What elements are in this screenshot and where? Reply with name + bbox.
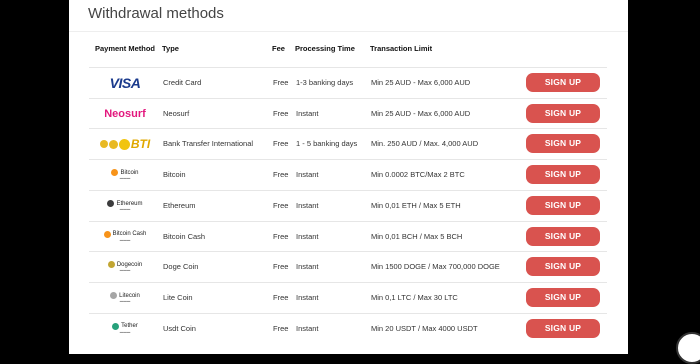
withdrawal-panel: Withdrawal methods Payment Method Type F… [69, 0, 628, 354]
ethereum-logo: Ethereum ▬▬▬ [89, 191, 161, 221]
cell-type: Neosurf [163, 108, 190, 118]
cell-fee: Free [273, 323, 289, 333]
table-row: Dogecoin ▬▬▬ Doge Coin Free Instant Min 1500 … [89, 251, 607, 283]
cell-processing-time: 1-3 banking days [296, 78, 354, 87]
crypto-wordmark: Tether [121, 323, 138, 330]
cell-processing-time: Instant [296, 108, 319, 118]
sign-up-button[interactable]: SIGN UP [526, 195, 600, 215]
litecoin-logo: Litecoin ▬▬▬ [89, 283, 161, 313]
header-type: Type [162, 44, 179, 53]
crypto-wordmark: Litecoin [119, 292, 140, 299]
sign-up-button[interactable]: SIGN UP [526, 103, 600, 123]
cell-fee: Free [273, 170, 289, 180]
table-row: Ethereum ▬▬▬ Ethereum Free Instant Min 0,01 E… [89, 189, 607, 222]
chat-bubble-icon[interactable] [676, 332, 700, 364]
cell-fee: Free [273, 139, 289, 149]
cell-fee: Free [273, 200, 289, 210]
cell-type: Credit Card [163, 78, 202, 87]
table-row: Litecoin ▬▬▬ Lite Coin Free Instant Min 0,1 L… [89, 281, 607, 314]
cell-type: Lite Coin [163, 292, 193, 302]
coin-icon [111, 169, 119, 177]
header-transaction-limit: Transaction Limit [370, 44, 433, 53]
cell-transaction-limit: Min 0,01 ETH / Max 5 ETH [371, 200, 461, 210]
cell-processing-time: Instant [296, 262, 319, 272]
cell-fee: Free [273, 231, 289, 241]
crypto-subtitle-mark: ▬▬▬ [119, 237, 131, 242]
crypto-subtitle-mark: ▬▬▬ [119, 207, 131, 212]
title-divider [69, 31, 628, 32]
neosurf-wordmark: Neosurf [104, 107, 146, 120]
crypto-subtitle-mark: ▬▬▬ [119, 329, 131, 334]
sign-up-button[interactable]: SIGN UP [526, 165, 600, 185]
visa-wordmark: VISA [109, 75, 141, 91]
cell-type: Bank Transfer International [163, 139, 254, 149]
cell-processing-time: 1 - 5 banking days [296, 139, 358, 149]
crypto-wordmark: Ethereum [116, 200, 143, 207]
cell-transaction-limit: Min 0,1 LTC / Max 30 LTC [371, 292, 458, 302]
sign-up-button[interactable]: SIGN UP [526, 134, 600, 154]
cell-processing-time: Instant [296, 170, 319, 180]
cell-type: Ethereum [163, 200, 196, 210]
cell-transaction-limit: Min 25 AUD - Max 6,000 AUD [371, 78, 471, 87]
coin-icon [108, 139, 118, 149]
bti-logo: BTI [89, 129, 161, 159]
cell-type: Bitcoin [163, 170, 186, 180]
visa-logo: VISA [89, 68, 161, 98]
bitcoin-cash-logo: Bitcoin Cash ▬▬▬ [89, 222, 161, 252]
cell-fee: Free [273, 292, 289, 302]
crypto-subtitle-mark: ▬▬▬ [119, 299, 131, 304]
table-row: VISA Credit Card Free 1-3 banking days Min 2… [89, 67, 607, 99]
page-title: Withdrawal methods [88, 5, 224, 22]
cell-processing-time: Instant [296, 323, 319, 333]
coin-icon [107, 200, 115, 208]
table-row: Neosurf Neosurf Free Instant Min 25 AUD - Ma… [89, 97, 607, 130]
cell-type: Bitcoin Cash [163, 231, 206, 241]
crypto-wordmark: Bitcoin Cash [112, 231, 147, 238]
crypto-wordmark: Dogecoin [116, 261, 143, 268]
coin-icon [110, 292, 118, 300]
bti-wordmark: BTI [130, 137, 151, 152]
cell-type: Usdt Coin [163, 323, 196, 333]
cell-transaction-limit: Min. 250 AUD / Max. 4,000 AUD [371, 139, 479, 149]
coin-icon [99, 140, 108, 149]
crypto-subtitle-mark: ▬▬▬ [119, 176, 131, 181]
cell-processing-time: Instant [296, 200, 319, 210]
table-row: Tether ▬▬▬ Usdt Coin Free Instant Min 20 USDT… [89, 312, 607, 345]
cell-transaction-limit: Min 1500 DOGE / Max 700,000 DOGE [371, 262, 500, 272]
header-fee: Fee [272, 44, 285, 53]
crypto-wordmark: Bitcoin [120, 169, 139, 176]
cell-fee: Free [273, 78, 289, 87]
sign-up-button[interactable]: SIGN UP [526, 287, 600, 307]
coin-icon [103, 230, 111, 238]
sign-up-button[interactable]: SIGN UP [526, 226, 600, 246]
cell-fee: Free [273, 108, 289, 118]
crypto-subtitle-mark: ▬▬▬ [119, 268, 131, 273]
cell-transaction-limit: Min 0,01 BCH / Max 5 BCH [371, 231, 463, 241]
bitcoin-logo: Bitcoin ▬▬▬ [89, 160, 161, 190]
sign-up-button[interactable]: SIGN UP [526, 257, 600, 277]
cell-type: Doge Coin [163, 262, 199, 272]
header-processing-time: Processing Time [295, 44, 355, 53]
table-row: Bitcoin Cash ▬▬▬ Bitcoin Cash Free Instant Mi… [89, 220, 607, 253]
cell-transaction-limit: Min 25 AUD - Max 6,000 AUD [371, 108, 471, 118]
cell-transaction-limit: Min 20 USDT / Max 4000 USDT [371, 323, 478, 333]
tether-logo: Tether ▬▬▬ [89, 314, 161, 344]
table-row: BTI Bank Transfer International Free 1 - 5 … [89, 128, 607, 160]
dogecoin-logo: Dogecoin ▬▬▬ [89, 252, 161, 282]
coin-icon [112, 322, 120, 330]
cell-processing-time: Instant [296, 231, 319, 241]
coin-icon [107, 261, 115, 269]
cell-transaction-limit: Min 0.0002 BTC/Max 2 BTC [371, 170, 465, 180]
coin-icon [118, 138, 130, 150]
sign-up-button[interactable]: SIGN UP [526, 318, 600, 338]
cell-processing-time: Instant [296, 292, 319, 302]
header-payment-method: Payment Method [95, 44, 156, 53]
sign-up-button[interactable]: SIGN UP [526, 73, 600, 92]
cell-fee: Free [273, 262, 289, 272]
table-row: Bitcoin ▬▬▬ Bitcoin Free Instant Min 0.0002 B… [89, 159, 607, 191]
neosurf-logo: Neosurf [89, 99, 161, 129]
